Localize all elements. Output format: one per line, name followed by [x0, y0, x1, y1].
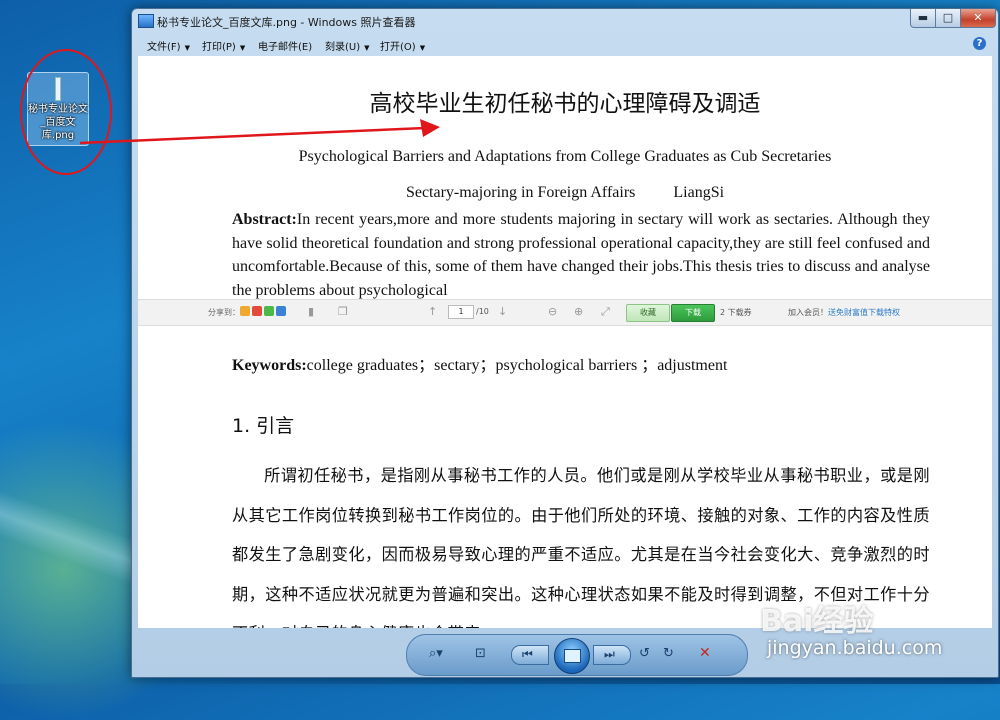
menu-email[interactable]: 电子邮件(E) [258, 38, 312, 53]
menu-print[interactable]: 打印(P) ▼ [202, 38, 245, 53]
menu-file[interactable]: 文件(F) ▼ [147, 38, 190, 53]
maximize-button[interactable]: □ [935, 9, 961, 28]
page-total: /10 [476, 307, 489, 316]
vip-promo[interactable]: 加入会员！送免财富值下载特权 [788, 307, 900, 318]
photo-viewer-app-icon [138, 14, 154, 28]
baidu-jingyan-watermark: Bai经验 [760, 604, 874, 639]
share-weibo-icon[interactable] [252, 306, 262, 316]
share-wechat-icon[interactable] [264, 306, 274, 316]
desktop-file-icon[interactable]: 秘书专业论文_百度文库.png [27, 72, 89, 146]
slideshow-button[interactable] [554, 638, 590, 674]
fullscreen-icon[interactable]: ⤢ [601, 305, 610, 319]
page-up-icon[interactable]: ↑ [428, 305, 437, 318]
rotate-ccw-icon[interactable]: ↺ [639, 646, 650, 661]
minimize-button[interactable]: ▬ [910, 9, 936, 28]
wenku-toolbar: 分享到： ▮ ❐ ↑ 1 /10 ↓ ⊖ ⊕ ⤢ 收藏 下载 2 下载券 加入会… [138, 299, 992, 326]
menu-bar: 文件(F) ▼ 打印(P) ▼ 电子邮件(E) 刻录(U) ▼ 打开(O) ▼ ? [138, 35, 990, 55]
menu-open[interactable]: 打开(O) ▼ [380, 38, 425, 53]
menu-burn[interactable]: 刻录(U) ▼ [325, 38, 370, 53]
document-title-en: Psychological Barriers and Adaptations f… [298, 148, 832, 165]
viewer-controls: ⌕▾ ⊡ ⏮ ⏭ ↺ ↻ ✕ [406, 634, 748, 676]
document-title-cn: 高校毕业生初任秘书的心理障碍及调适 [369, 91, 761, 117]
download-button[interactable]: 下载 [671, 304, 715, 322]
document-abstract: Abstract:In recent years,more and more s… [232, 211, 930, 299]
window-title: 秘书专业论文_百度文库.png - Windows 照片查看器 [157, 16, 416, 29]
rotate-cw-icon[interactable]: ↻ [663, 646, 674, 661]
zoom-icon[interactable]: ⌕▾ [429, 646, 443, 661]
next-icon: ⏭ [604, 647, 615, 661]
image-canvas: 高校毕业生初任秘书的心理障碍及调适 Psychological Barriers… [138, 56, 992, 628]
page-number-input[interactable]: 1 [448, 305, 474, 319]
slideshow-icon [564, 649, 581, 663]
desktop-file-label: 秘书专业论文_百度文库.png [28, 104, 88, 141]
zoom-in-icon[interactable]: ⊕ [574, 305, 583, 318]
page-down-icon[interactable]: ↓ [498, 305, 507, 318]
actual-size-icon[interactable]: ⊡ [475, 646, 486, 661]
chevron-down-icon: ▼ [364, 44, 370, 52]
share-label: 分享到： [208, 308, 240, 317]
document-keywords: Keywords:college graduates；sectary；psych… [232, 357, 728, 374]
file-thumbnail-icon [55, 77, 61, 101]
zoom-out-icon[interactable]: ⊖ [548, 305, 557, 318]
share-qzone-icon[interactable] [240, 306, 250, 316]
section-heading: 1. 引言 [232, 415, 295, 437]
document-author: Sectary-majoring in Foreign Affairs Liang… [405, 184, 725, 201]
close-button[interactable]: ✕ [960, 9, 996, 28]
photo-viewer-window: 秘书专业论文_百度文库.png - Windows 照片查看器 ▬ □ ✕ 文件… [131, 8, 999, 678]
copy-icon[interactable]: ❐ [338, 305, 348, 318]
previous-icon: ⏮ [522, 647, 533, 661]
previous-button[interactable]: ⏮ [511, 645, 549, 665]
favorite-button[interactable]: 收藏 [626, 304, 670, 322]
help-icon[interactable]: ? [973, 37, 986, 50]
next-button[interactable]: ⏭ [593, 645, 631, 665]
chevron-down-icon: ▼ [184, 44, 190, 52]
download-coupon-count: 2 下载券 [720, 308, 752, 317]
delete-icon[interactable]: ✕ [699, 645, 711, 661]
title-bar[interactable]: 秘书专业论文_百度文库.png - Windows 照片查看器 ▬ □ ✕ [132, 9, 998, 33]
bookmark-icon[interactable]: ▮ [308, 305, 314, 318]
chevron-down-icon: ▼ [239, 44, 246, 52]
share-more-icon[interactable] [276, 306, 286, 316]
chevron-down-icon: ▼ [419, 44, 426, 52]
watermark-url: jingyan.baidu.com [767, 637, 943, 659]
